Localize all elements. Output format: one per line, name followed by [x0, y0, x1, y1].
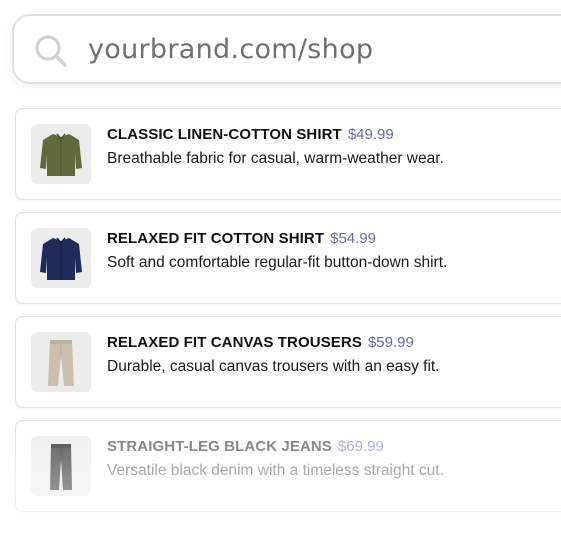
black-jeans-image: [31, 436, 91, 496]
product-price: $49.99: [347, 126, 394, 143]
product-description: Durable, casual canvas trousers with an …: [107, 358, 440, 375]
shop-search-results: yourbrand.com/shop CLASSIC LINEN-COTTON …: [0, 0, 561, 538]
product-name[interactable]: RELAXED FIT COTTON SHIRT: [107, 230, 324, 247]
product-description: Versatile black denim with a timeless st…: [107, 462, 444, 479]
result-item-linen-shirt[interactable]: CLASSIC LINEN-COTTON SHIRT $49.99 Breatha…: [15, 108, 561, 200]
product-name[interactable]: STRAIGHT-LEG BLACK JEANS: [107, 438, 332, 455]
result-title-line: CLASSIC LINEN-COTTON SHIRT $49.99: [107, 125, 394, 145]
olive-shirt-image: [31, 124, 91, 184]
navy-shirt-image: [31, 228, 91, 288]
product-name[interactable]: RELAXED FIT CANVAS TROUSERS: [107, 334, 362, 351]
product-description: Breathable fabric for casual, warm-weath…: [107, 150, 444, 167]
result-title-line: STRAIGHT-LEG BLACK JEANS $69.99: [107, 437, 384, 457]
result-title-line: RELAXED FIT CANVAS TROUSERS $59.99: [107, 333, 414, 353]
search-bar[interactable]: yourbrand.com/shop: [12, 14, 561, 84]
product-price: $59.99: [367, 334, 414, 351]
product-description: Soft and comfortable regular-fit button-…: [107, 254, 448, 271]
search-query[interactable]: yourbrand.com/shop: [88, 30, 373, 70]
beige-trousers-image: [31, 332, 91, 392]
search-icon: [34, 34, 68, 68]
result-item-black-jeans[interactable]: STRAIGHT-LEG BLACK JEANS $69.99 Versatile…: [15, 420, 561, 512]
result-title-line: RELAXED FIT COTTON SHIRT $54.99: [107, 229, 376, 249]
result-item-canvas-trousers[interactable]: RELAXED FIT CANVAS TROUSERS $59.99 Durabl…: [15, 316, 561, 408]
product-name[interactable]: CLASSIC LINEN-COTTON SHIRT: [107, 126, 342, 143]
result-item-cotton-shirt[interactable]: RELAXED FIT COTTON SHIRT $54.99 Soft and …: [15, 212, 561, 304]
product-price: $54.99: [330, 230, 377, 247]
product-price: $69.99: [337, 438, 384, 455]
